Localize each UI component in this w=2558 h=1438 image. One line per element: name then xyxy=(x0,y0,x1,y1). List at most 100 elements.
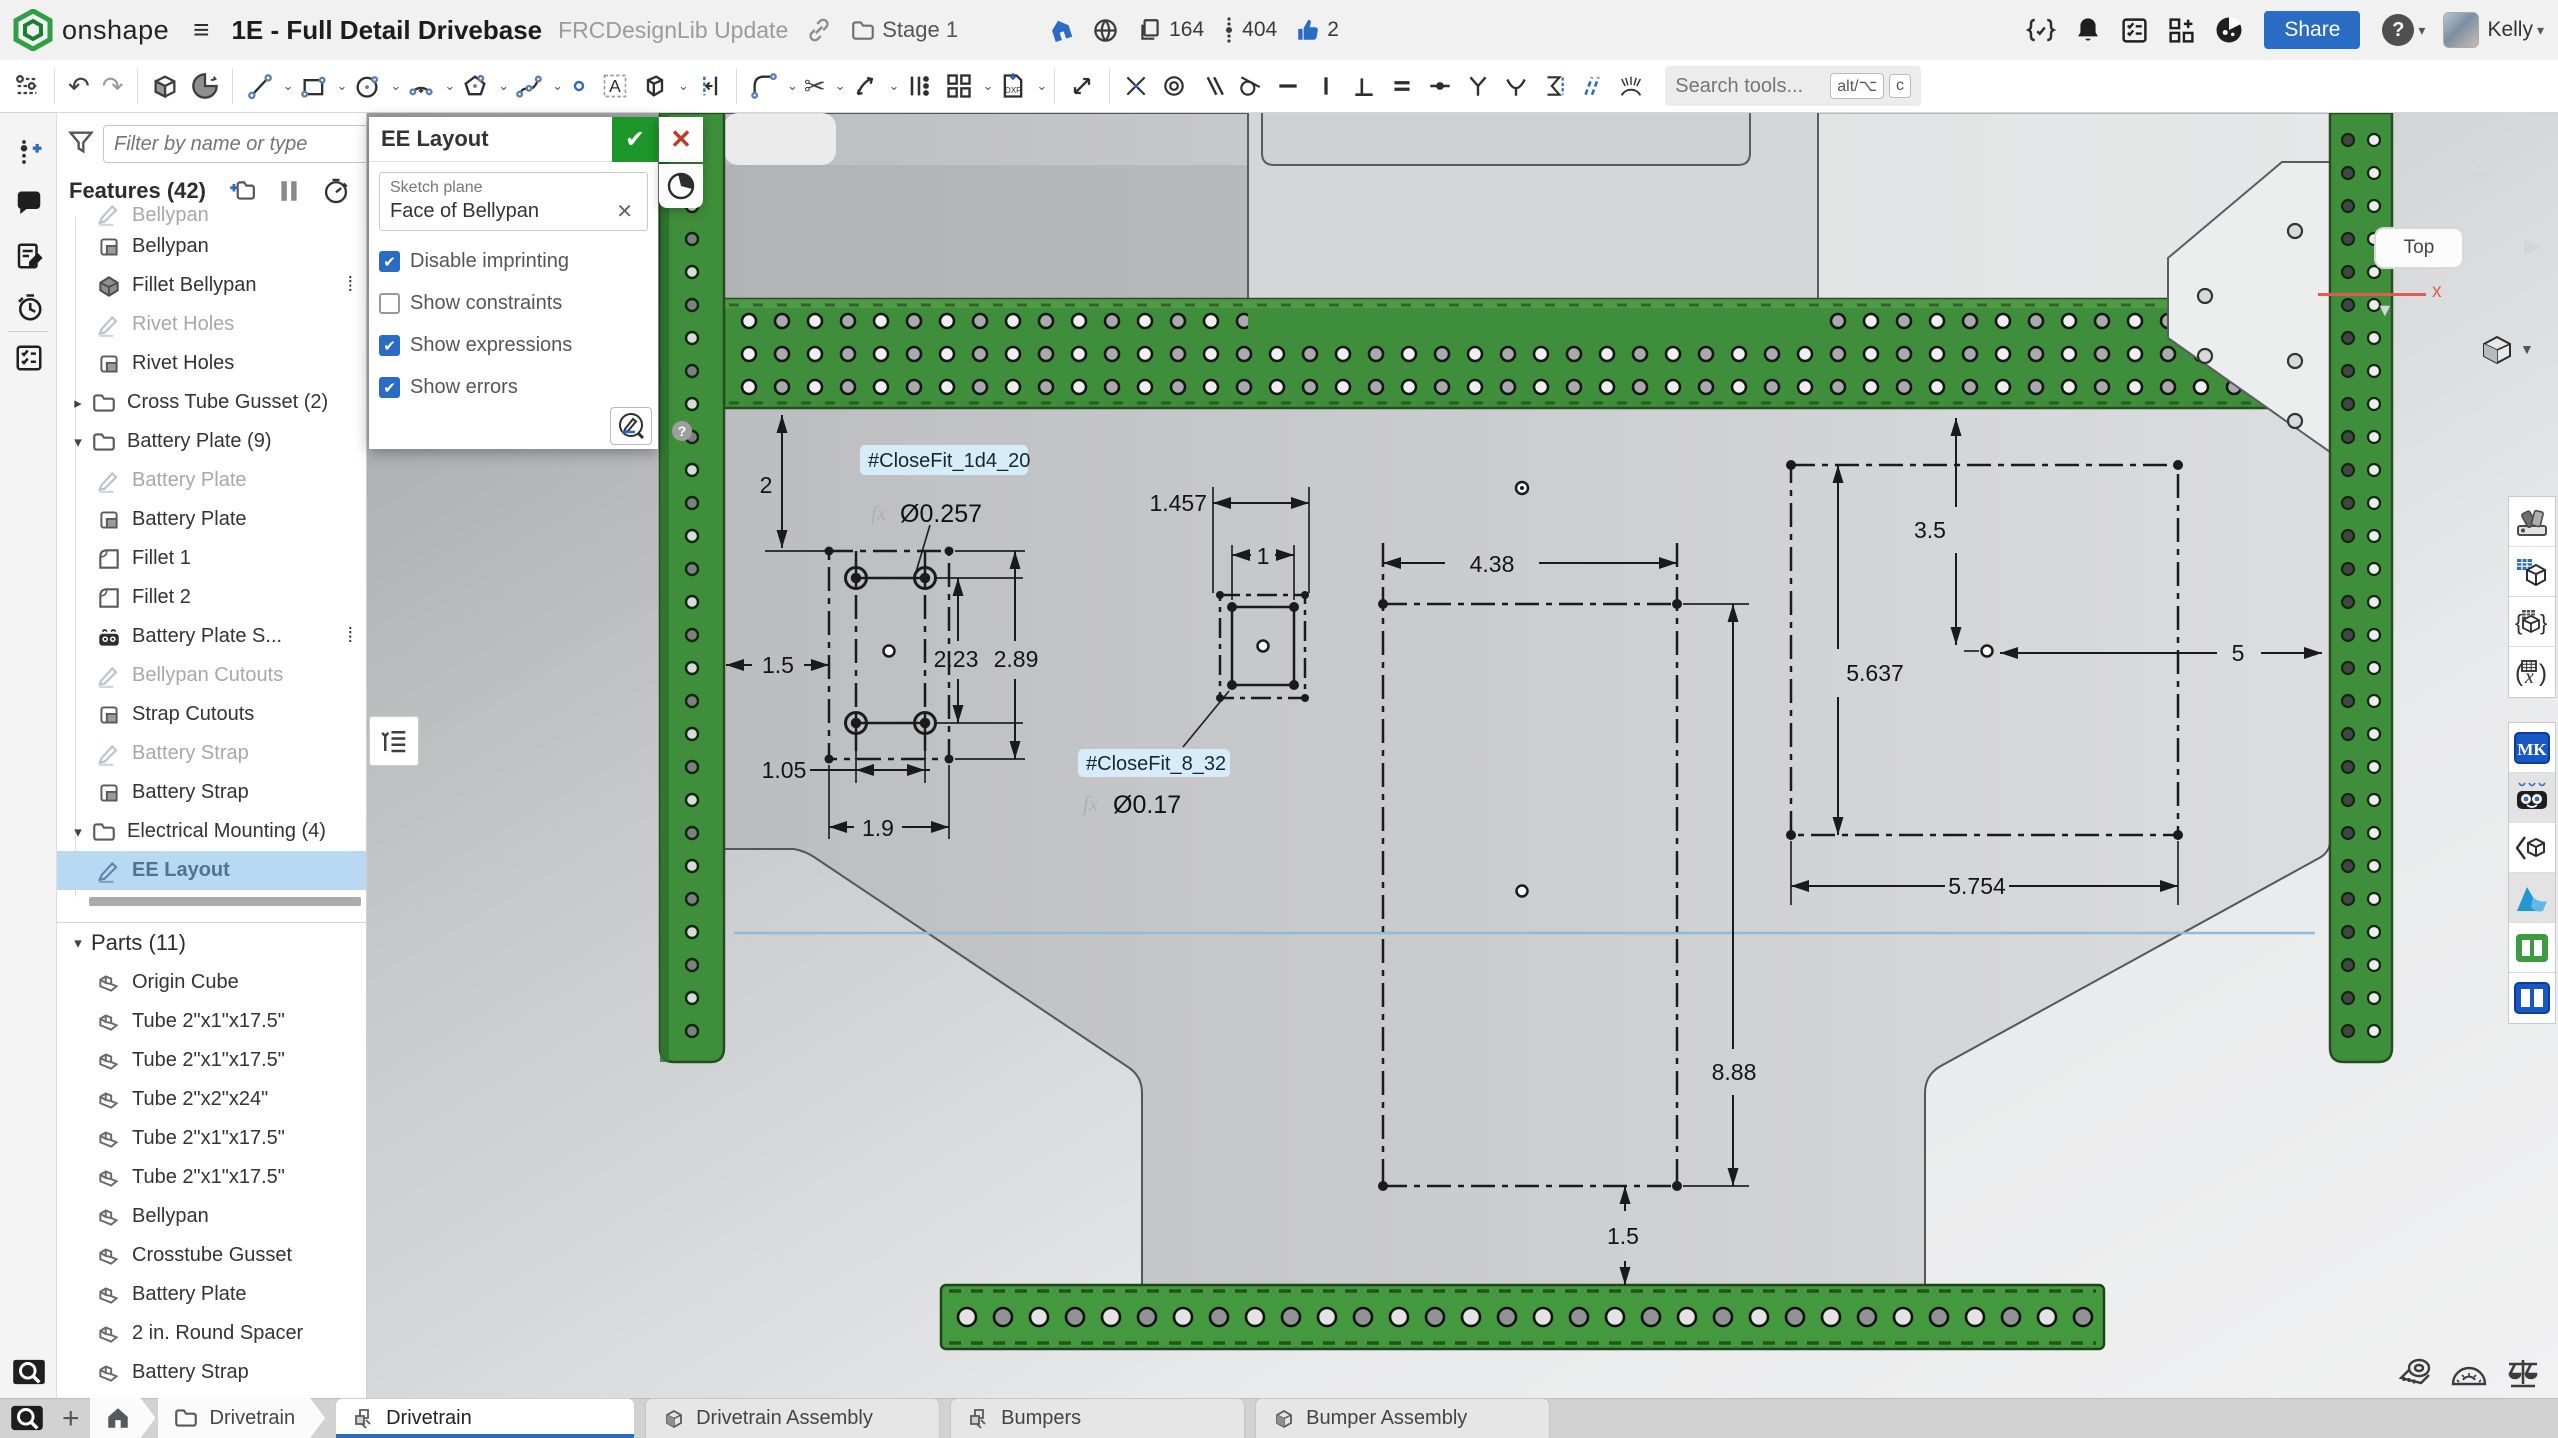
app-store-grid-icon[interactable] xyxy=(2167,16,2196,45)
fillet-tool-icon[interactable] xyxy=(745,64,783,108)
search-graphics-icon[interactable] xyxy=(12,1355,46,1389)
featurescript-function-extension-icon[interactable]: (x) xyxy=(2509,647,2555,697)
constraint-midpoint-icon[interactable] xyxy=(1422,64,1458,108)
user-avatar[interactable] xyxy=(2443,12,2479,48)
constraint-perpendicular-icon[interactable] xyxy=(1346,64,1382,108)
revolve-icon[interactable] xyxy=(186,64,224,108)
folder-chevron-icon[interactable]: ▸ xyxy=(65,394,91,412)
user-name[interactable]: Kelly xyxy=(2487,18,2533,42)
line-tool-icon[interactable] xyxy=(241,64,279,108)
dialog-help-icon[interactable]: ? xyxy=(672,421,692,441)
onshape-logo-icon[interactable] xyxy=(12,9,54,51)
public-globe-icon[interactable] xyxy=(1092,17,1119,44)
feature-row[interactable]: Fillet Bellypan ⁞ xyxy=(57,266,366,305)
constraint-curvature-icon[interactable] xyxy=(1498,64,1534,108)
feature-row[interactable]: Strap Cutouts xyxy=(57,695,366,734)
robot-extension-icon[interactable] xyxy=(2509,773,2555,823)
feature-row[interactable]: Fillet 2 xyxy=(57,578,366,617)
feature-row[interactable]: Battery Plate xyxy=(57,500,366,539)
circle-tool-caret-icon[interactable]: ⌄ xyxy=(390,78,401,94)
rollback-bar[interactable] xyxy=(57,890,366,912)
mkcad-extension-icon[interactable]: MK xyxy=(2509,723,2555,773)
help-button[interactable]: ? xyxy=(2382,14,2414,46)
sketch-plane-field[interactable]: Sketch plane Face of Bellypan ✕ xyxy=(379,172,648,231)
spline-tool-caret-icon[interactable]: ⌄ xyxy=(552,78,563,94)
polygon-tool-caret-icon[interactable]: ⌄ xyxy=(498,78,509,94)
trim-tool-caret-icon[interactable]: ⌄ xyxy=(835,78,846,94)
constraint-concentric-icon[interactable] xyxy=(1156,64,1192,108)
constraint-horizontal-icon[interactable] xyxy=(1270,64,1306,108)
trim-tool-icon[interactable]: ✂ xyxy=(799,64,831,108)
tab-search-icon[interactable] xyxy=(8,1402,46,1434)
regeneration-pie-icon[interactable] xyxy=(659,164,703,208)
extrude-icon[interactable] xyxy=(146,64,184,108)
workspace-label[interactable]: Stage 1 xyxy=(882,17,958,43)
part-row[interactable]: Tube 2"x1"x17.5" xyxy=(57,1002,366,1041)
breadcrumb-folder-tab[interactable]: Drivetrain xyxy=(158,1398,326,1438)
offset-tool-icon[interactable] xyxy=(690,64,728,108)
graphics-area[interactable]: 2 1.5 2.23 2.89 1.05 1.9 1 1.457 4.38 8.… xyxy=(367,113,2558,1398)
feature-row[interactable]: Bellypan Cutouts xyxy=(57,656,366,695)
integrations-gear-icon[interactable] xyxy=(2214,15,2244,45)
point-tool-icon[interactable] xyxy=(564,64,594,108)
clear-selection-icon[interactable]: ✕ xyxy=(612,199,637,224)
mirror-pattern-icon[interactable] xyxy=(940,64,978,108)
parts-section-header[interactable]: ▾ Parts (11) xyxy=(57,923,366,963)
tab-drivetrain[interactable]: Drivetrain xyxy=(335,1398,635,1438)
blue-book-extension-icon[interactable] xyxy=(2509,973,2555,1023)
green-book-extension-icon[interactable] xyxy=(2509,923,2555,973)
constraint-tangent-icon[interactable] xyxy=(1232,64,1268,108)
checkbox-row[interactable]: ✔ Show errors xyxy=(379,376,648,399)
tab-bumpers[interactable]: Bumpers xyxy=(950,1398,1245,1438)
checkbox-row[interactable]: Show constraints xyxy=(379,292,648,315)
view-cube-top[interactable]: Top xyxy=(2374,227,2464,269)
transform-tool-icon[interactable] xyxy=(847,64,885,108)
copies-icon[interactable] xyxy=(1137,17,1163,43)
part-row[interactable]: Battery Strap xyxy=(57,1353,366,1392)
part-row[interactable]: Tube 2"x1"x17.5" xyxy=(57,1119,366,1158)
checkbox-checked-icon[interactable]: ✔ xyxy=(379,335,400,356)
mountain-extension-icon[interactable] xyxy=(2509,873,2555,923)
feature-row-selected[interactable]: EE Layout xyxy=(57,851,366,890)
import-dxf-icon[interactable]: DXF xyxy=(994,64,1032,108)
part-row[interactable]: Battery Plate xyxy=(57,1275,366,1314)
feature-folder-row[interactable]: ▾ Battery Plate (9) xyxy=(57,422,366,461)
mirror-pattern-caret-icon[interactable]: ⌄ xyxy=(982,78,993,94)
feature-row[interactable]: Bellypan xyxy=(57,197,366,227)
sketch-mode-button[interactable] xyxy=(610,407,652,445)
construction-toggle-icon[interactable] xyxy=(1574,64,1610,108)
feature-row[interactable]: Battery Strap xyxy=(57,773,366,812)
comments-icon[interactable] xyxy=(12,187,46,221)
checkbox-row[interactable]: ✔ Disable imprinting xyxy=(379,250,648,273)
transform-tool-caret-icon[interactable]: ⌄ xyxy=(889,78,900,94)
import-dxf-caret-icon[interactable]: ⌄ xyxy=(1036,78,1047,94)
left-rail-tube[interactable] xyxy=(660,113,724,1062)
tasks-icon[interactable] xyxy=(2120,16,2149,45)
view-rotate-cw-icon[interactable]: ⤵ xyxy=(2460,150,2486,187)
text-tool-icon[interactable]: A xyxy=(596,64,634,108)
mass-scale-icon[interactable] xyxy=(2503,1356,2543,1395)
part-row[interactable]: Bellypan xyxy=(57,1197,366,1236)
insert-version-icon[interactable] xyxy=(12,135,46,169)
fillet-tool-caret-icon[interactable]: ⌄ xyxy=(787,78,798,94)
polygon-tool-icon[interactable] xyxy=(456,64,494,108)
undo-icon[interactable]: ↶ xyxy=(63,64,95,108)
feature-filter-input[interactable] xyxy=(103,125,367,163)
bottom-rail-tube[interactable] xyxy=(941,1285,2104,1349)
folder-chevron-icon[interactable]: ▾ xyxy=(65,433,91,451)
use-project-tool-icon[interactable] xyxy=(636,64,674,108)
user-menu-caret-icon[interactable]: ▾ xyxy=(2537,22,2544,39)
share-button[interactable]: Share xyxy=(2264,11,2360,49)
view-settings-caret-icon[interactable]: ▼ xyxy=(2520,341,2534,357)
linear-pattern-icon[interactable] xyxy=(900,64,938,108)
collapse-tree-button[interactable] xyxy=(369,716,419,766)
new-tab-icon[interactable]: + xyxy=(62,1402,80,1436)
line-tool-caret-icon[interactable]: ⌄ xyxy=(283,78,294,94)
parts-chevron-icon[interactable]: ▾ xyxy=(65,934,91,952)
feature-row[interactable]: Rivet Holes xyxy=(57,344,366,383)
release-notes-icon[interactable] xyxy=(12,239,46,273)
sketch-settings-icon[interactable] xyxy=(8,64,46,108)
protractor-icon[interactable] xyxy=(2449,1356,2489,1395)
constraint-vertical-icon[interactable] xyxy=(1308,64,1344,108)
dialog-confirm-button[interactable]: ✔ xyxy=(612,117,658,162)
